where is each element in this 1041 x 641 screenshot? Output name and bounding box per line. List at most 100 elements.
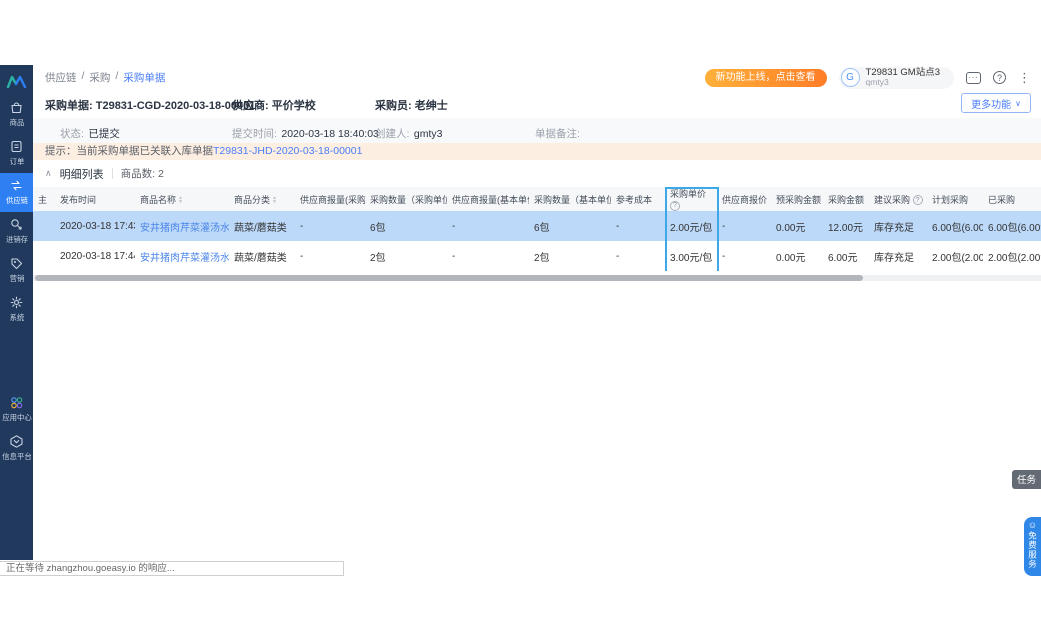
col-purchase-amount: 采购金额	[823, 187, 869, 211]
cell-product-name: 安井猪肉芹菜灌汤水饺	[135, 241, 229, 271]
cell-category: 蔬菜/蘑菇类	[229, 241, 295, 271]
col-product-name[interactable]: 商品名称 ▲ ▼	[135, 187, 229, 211]
sidebar: 商品 订单 供应链 进销存 营销 系统 应用中心 信息平台	[0, 65, 33, 560]
sidebar-item-label: 信息平台	[1, 452, 32, 461]
messages-button[interactable]: ···	[966, 71, 981, 84]
user-menu[interactable]: G T29831 GM站点3 qmty3	[838, 66, 954, 89]
sidebar-item-label: 供应链	[5, 196, 28, 205]
sidebar-item-label: 系统	[9, 313, 24, 322]
col-reference-cost: 参考成本	[611, 187, 665, 211]
doc-number-field: 采购单据: T29831-CGD-2020-03-18-00001	[45, 97, 255, 113]
submit-time-label: 提交时间:	[232, 128, 277, 140]
top-bar: 供应链 / 采购 / 采购单据 新功能上线，点击查看 G T29831 GM站点…	[33, 65, 1041, 90]
service-tab[interactable]: ☺ 免费服务	[1024, 517, 1041, 576]
sidebar-item-label: 订单	[9, 157, 24, 166]
creator-label: 创建人:	[375, 128, 410, 140]
sidebar-item-marketing[interactable]: 营销	[0, 251, 33, 290]
col-purchase-qty-base-unit: 采购数量（基本单位）	[529, 187, 611, 211]
brand-logo-icon[interactable]	[0, 69, 33, 95]
col-purchase-qty-purchase-unit: 采购数量（采购单位）	[365, 187, 447, 211]
status-field: 状态: 已提交	[60, 124, 120, 142]
info-icon[interactable]: ?	[670, 200, 680, 211]
status-badge: 已提交	[88, 128, 120, 140]
info-icon[interactable]: ?	[912, 195, 923, 206]
horizontal-scrollbar[interactable]	[33, 275, 1041, 281]
submit-time-field: 提交时间: 2020-03-18 18:40:03	[232, 124, 379, 142]
sidebar-item-goods[interactable]: 商品	[0, 95, 33, 134]
creator-value: gmty3	[413, 128, 443, 140]
task-tab[interactable]: 任务	[1011, 470, 1041, 489]
remark-field: 单据备注:	[535, 124, 580, 142]
promo-banner-button[interactable]: 新功能上线，点击查看	[704, 68, 827, 87]
cell-suggested: 库存充足	[869, 211, 927, 241]
sidebar-item-supply-chain[interactable]: 供应链	[0, 173, 33, 212]
col-purchased: 已采购	[983, 187, 1041, 211]
more-functions-button[interactable]: 更多功能 ∨	[961, 93, 1031, 113]
buyer-label: 采购员:	[375, 100, 412, 112]
collapse-caret-icon[interactable]: ∧	[45, 168, 52, 179]
cell-ref-cost: -	[611, 241, 665, 271]
cell-purchase-qty-bu: 6包	[529, 211, 611, 241]
creator-field: 创建人: gmty3	[375, 124, 442, 142]
table-row[interactable]: 2020-03-18 17:44:51 安井猪肉芹菜灌汤水饺 蔬菜/蘑菇类 - …	[33, 241, 1041, 271]
cell-pre-amount: 0.00元	[771, 241, 823, 271]
cell-purchase-price: 3.00元/包	[665, 241, 717, 271]
item-count-value: 2	[157, 168, 164, 180]
help-button[interactable]: ?	[993, 71, 1006, 84]
col-main: 主	[33, 187, 55, 211]
product-link[interactable]: 安井猪肉芹菜灌汤水饺	[140, 223, 229, 234]
cell-publish-time: 2020-03-18 17:43:57	[55, 211, 135, 241]
sidebar-item-system[interactable]: 系统	[0, 290, 33, 329]
browser-status-text: 正在等待 zhangzhou.goeasy.io 的响应...	[0, 561, 344, 576]
cell-ref-cost: -	[611, 211, 665, 241]
sidebar-item-label: 应用中心	[1, 413, 32, 422]
question-icon: ?	[993, 71, 1006, 84]
more-menu-button[interactable]: ⋮	[1018, 71, 1031, 84]
sidebar-item-label: 商品	[9, 118, 24, 127]
avatar: G	[840, 68, 860, 87]
buyer-value: 老绅士	[414, 100, 448, 112]
app-window: 商品 订单 供应链 进销存 营销 系统 应用中心 信息平台 供应链 / 采购 /…	[0, 0, 1041, 641]
cell-main	[33, 241, 55, 271]
sidebar-item-info-platform[interactable]: 信息平台	[0, 429, 33, 468]
col-product-category[interactable]: 商品分类 ▲ ▼	[229, 187, 295, 211]
inventory-icon	[9, 217, 24, 232]
cell-purchase-qty-pu: 2包	[365, 241, 447, 271]
topbar-right: 新功能上线，点击查看 G T29831 GM站点3 qmty3 ··· ? ⋮	[704, 66, 1031, 89]
breadcrumb-item[interactable]: 供应链	[45, 70, 77, 85]
kebab-icon: ⋮	[1018, 70, 1031, 85]
marketing-tag-icon	[9, 256, 24, 271]
col-publish-time: 发布时间	[55, 187, 135, 211]
cell-product-name: 安井猪肉芹菜灌汤水饺	[135, 211, 229, 241]
cell-purchase-price: 2.00元/包	[665, 211, 717, 241]
breadcrumb-separator: /	[81, 70, 85, 82]
cell-purchase-qty-bu: 2包	[529, 241, 611, 271]
cell-publish-time: 2020-03-18 17:44:51	[55, 241, 135, 271]
cell-purchased: 2.00包(2.00包)	[983, 241, 1041, 271]
chevron-down-icon: ∨	[1015, 98, 1021, 108]
breadcrumb-item[interactable]: 采购	[89, 70, 110, 85]
detail-list-title: 明细列表	[59, 168, 104, 181]
cell-main	[33, 211, 55, 241]
cell-category: 蔬菜/蘑菇类	[229, 211, 295, 241]
linked-doc-link[interactable]: T29831-JHD-2020-03-18-00001	[213, 145, 362, 157]
sidebar-item-orders[interactable]: 订单	[0, 134, 33, 173]
product-link[interactable]: 安井猪肉芹菜灌汤水饺	[140, 253, 229, 264]
sidebar-item-app-center[interactable]: 应用中心	[0, 390, 33, 429]
scrollbar-thumb[interactable]	[35, 275, 863, 281]
cell-supplier-qty-pu: -	[295, 211, 365, 241]
table-row[interactable]: 2020-03-18 17:43:57 安井猪肉芹菜灌汤水饺 蔬菜/蘑菇类 - …	[33, 211, 1041, 241]
cell-purchase-qty-pu: 6包	[365, 211, 447, 241]
item-count: 商品数: 2	[121, 166, 164, 181]
more-functions-label: 更多功能	[971, 99, 1012, 111]
supply-chain-icon	[9, 178, 24, 193]
sidebar-item-inventory[interactable]: 进销存	[0, 212, 33, 251]
user-account: qmty3	[865, 77, 889, 88]
breadcrumb-separator: /	[115, 70, 119, 82]
cell-supplier-quote: -	[717, 211, 771, 241]
linked-doc-alert: 提示：当前采购单据已关联入库单据T29831-JHD-2020-03-18-00…	[33, 143, 1041, 160]
item-count-label: 商品数:	[120, 168, 156, 180]
cell-supplier-quote: -	[717, 241, 771, 271]
order-doc-icon	[9, 139, 24, 154]
status-label: 状态:	[60, 128, 84, 140]
